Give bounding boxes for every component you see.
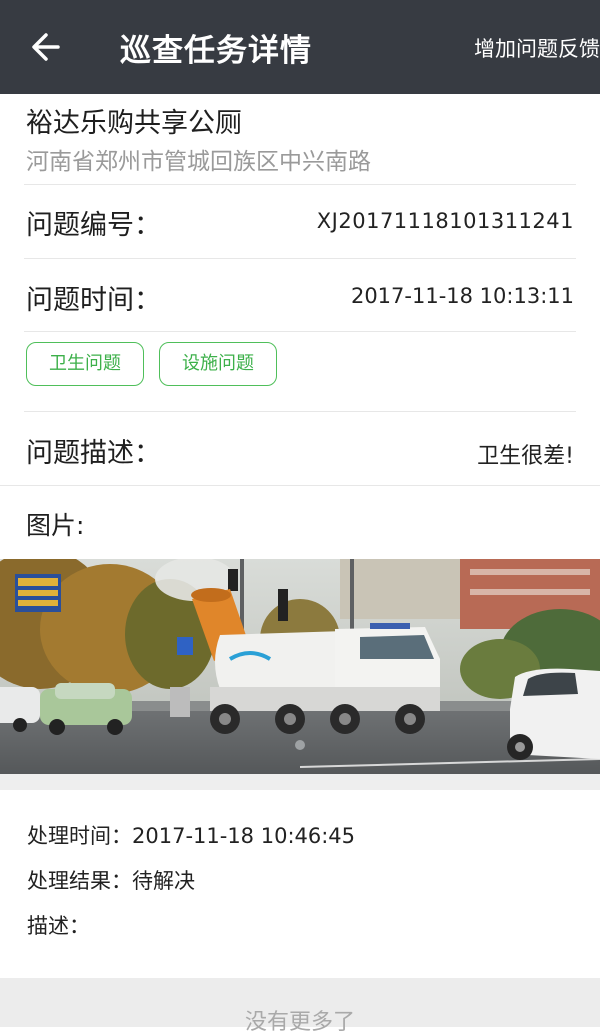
location-address: 河南省郑州市管城回族区中兴南路 xyxy=(26,149,371,175)
back-button[interactable] xyxy=(26,27,70,67)
handle-description-label: 描述： xyxy=(27,914,90,938)
no-more-text: 没有更多了 xyxy=(244,1010,355,1035)
problem-description-label: 问题描述： xyxy=(26,438,161,469)
list-footer: 没有更多了 xyxy=(0,978,600,1035)
problem-number-value: XJ20171118101311241 xyxy=(316,209,574,233)
divider xyxy=(24,184,576,185)
divider xyxy=(24,331,576,332)
handle-result-line: 处理结果：待解决 xyxy=(27,865,195,895)
problem-time-label: 问题时间： xyxy=(26,285,161,316)
divider xyxy=(0,485,600,486)
handle-time-value: 2017-11-18 10:46:45 xyxy=(132,824,356,848)
problem-time-value: 2017-11-18 10:13:11 xyxy=(350,284,574,308)
handle-time-label: 处理时间： xyxy=(27,824,132,848)
divider xyxy=(24,258,576,259)
add-feedback-button[interactable]: 增加问题反馈 xyxy=(474,33,600,63)
top-app-bar: 巡查任务详情 增加问题反馈 xyxy=(0,0,600,94)
handle-result-label: 处理结果： xyxy=(27,869,132,893)
problem-description-value: 卫生很差! xyxy=(477,444,574,469)
tag-hygiene-problem[interactable]: 卫生问题 xyxy=(26,342,144,386)
divider xyxy=(24,411,576,412)
images-label: 图片: xyxy=(26,511,85,540)
tag-facility-problem[interactable]: 设施问题 xyxy=(159,342,277,386)
problem-number-label: 问题编号： xyxy=(26,210,161,241)
handle-time-line: 处理时间：2017-11-18 10:46:45 xyxy=(27,820,355,850)
section-separator xyxy=(0,774,600,790)
problem-photo[interactable] xyxy=(0,559,600,774)
handle-description-line: 描述： xyxy=(27,910,90,940)
location-name: 裕达乐购共享公厕 xyxy=(26,108,242,139)
handle-result-value: 待解决 xyxy=(132,869,195,893)
page-title: 巡查任务详情 xyxy=(120,33,312,69)
arrow-left-icon xyxy=(32,33,60,61)
